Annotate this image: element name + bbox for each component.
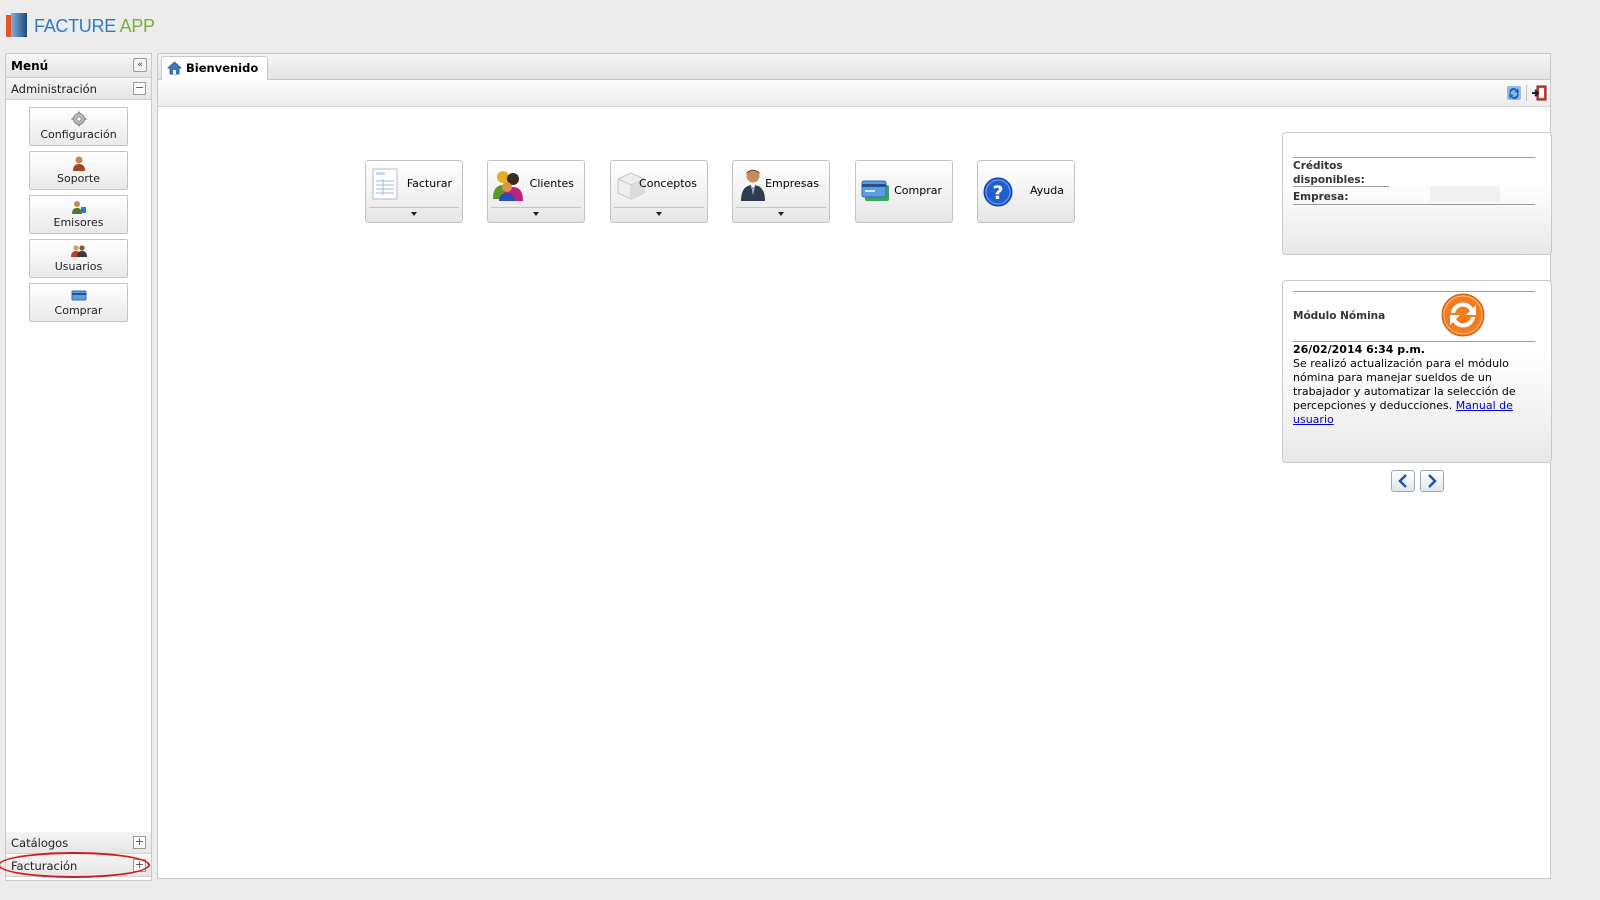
admin-button-label: Usuarios bbox=[54, 260, 103, 273]
admin-button-usuarios[interactable]: Usuarios bbox=[29, 239, 128, 278]
divider bbox=[1293, 186, 1389, 187]
help-icon: ? bbox=[983, 177, 1013, 207]
conceptos-button[interactable]: Conceptos bbox=[610, 160, 708, 223]
clientes-button[interactable]: Clientes bbox=[487, 160, 585, 223]
dropdown-arrow-icon[interactable] bbox=[411, 212, 417, 216]
chevron-right-icon bbox=[1428, 474, 1437, 488]
svg-text:?: ? bbox=[992, 182, 1003, 204]
admin-button-label: Soporte bbox=[56, 172, 101, 185]
divider bbox=[1293, 157, 1535, 158]
admin-button-label: Configuración bbox=[40, 128, 117, 141]
credits-widget: Créditos disponibles: Empresa: bbox=[1282, 132, 1552, 255]
news-title: Módulo Nómina bbox=[1293, 310, 1386, 322]
previous-news-button[interactable] bbox=[1391, 470, 1415, 492]
news-date: 26/02/2014 6:34 p.m. bbox=[1293, 343, 1425, 356]
users-icon bbox=[70, 245, 87, 257]
admin-button-soporte[interactable]: Soporte bbox=[29, 151, 128, 190]
button-label: Ayuda bbox=[1030, 184, 1064, 197]
sidebar-section-catalogos[interactable]: Catálogos + bbox=[6, 832, 151, 854]
button-label: Empresas bbox=[765, 177, 819, 190]
expand-section-icon[interactable]: + bbox=[133, 836, 146, 849]
clients-icon bbox=[493, 171, 523, 201]
sidebar-menu: Menú « Administración − Configuración So… bbox=[5, 53, 152, 881]
admin-button-label: Emisores bbox=[53, 216, 104, 229]
admin-button-label: Comprar bbox=[54, 304, 103, 317]
news-widget: Módulo Nómina 26/02/2014 6:34 p.m. Se re… bbox=[1282, 280, 1552, 463]
sidebar-section-administracion[interactable]: Administración − bbox=[6, 78, 151, 100]
company-label: Empresa: bbox=[1293, 191, 1349, 203]
logout-icon[interactable] bbox=[1531, 85, 1547, 101]
sidebar-title-bar: Menú « bbox=[6, 54, 151, 78]
admin-button-configuracion[interactable]: Configuración bbox=[29, 107, 128, 146]
button-label: Comprar bbox=[894, 184, 942, 197]
button-label: Clientes bbox=[529, 177, 574, 190]
sidebar-title: Menú bbox=[11, 59, 49, 73]
credits-label-line2: disponibles: bbox=[1293, 174, 1365, 186]
chevron-left-icon bbox=[1398, 474, 1407, 488]
invoice-icon bbox=[372, 168, 398, 200]
button-divider bbox=[491, 207, 581, 208]
gear-icon bbox=[71, 111, 86, 127]
dropdown-arrow-icon[interactable] bbox=[656, 212, 662, 216]
main-panel: Bienvenido Facturar Clientes Conceptos E… bbox=[157, 53, 1552, 879]
tab-bar: Bienvenido bbox=[158, 54, 1550, 81]
sync-icon bbox=[1441, 293, 1485, 337]
admin-button-emisores[interactable]: Emisores bbox=[29, 195, 128, 234]
refresh-icon[interactable] bbox=[1506, 85, 1522, 101]
double-chevron-left-icon[interactable]: « bbox=[133, 58, 147, 72]
button-divider bbox=[736, 207, 826, 208]
company-value bbox=[1430, 186, 1500, 202]
tab-bienvenido[interactable]: Bienvenido bbox=[161, 56, 269, 81]
empresas-button[interactable]: Empresas bbox=[732, 160, 830, 223]
button-divider bbox=[369, 207, 459, 208]
button-label: Facturar bbox=[406, 177, 452, 190]
section-label: Administración bbox=[11, 82, 97, 96]
logo-icon bbox=[6, 13, 27, 37]
divider bbox=[1293, 291, 1535, 292]
support-person-icon bbox=[72, 156, 85, 171]
admin-button-comprar[interactable]: Comprar bbox=[29, 283, 128, 322]
credit-card-icon bbox=[861, 180, 889, 201]
dropdown-arrow-icon[interactable] bbox=[778, 212, 784, 216]
facturar-button[interactable]: Facturar bbox=[365, 160, 463, 223]
home-icon bbox=[167, 61, 182, 75]
tab-label: Bienvenido bbox=[186, 61, 259, 75]
business-person-icon bbox=[741, 169, 765, 201]
button-label: Conceptos bbox=[639, 177, 697, 190]
credits-label: Créditos bbox=[1293, 160, 1343, 172]
toolbar-separator bbox=[1526, 85, 1527, 101]
section-label: Catálogos bbox=[11, 836, 69, 850]
next-news-button[interactable] bbox=[1420, 470, 1444, 492]
news-body: Se realizó actualización para el módulo … bbox=[1293, 357, 1543, 427]
divider bbox=[1293, 341, 1535, 342]
divider bbox=[1293, 204, 1535, 205]
toolbar bbox=[158, 80, 1550, 107]
dropdown-arrow-icon[interactable] bbox=[533, 212, 539, 216]
comprar-button[interactable]: Comprar bbox=[855, 160, 953, 223]
emitter-icon bbox=[71, 201, 86, 214]
credit-card-icon bbox=[71, 290, 86, 301]
app-header: FACTURE APP bbox=[0, 0, 1600, 52]
logo-text: FACTURE APP bbox=[34, 16, 155, 36]
collapse-section-icon[interactable]: − bbox=[133, 82, 146, 95]
ayuda-button[interactable]: ? Ayuda bbox=[977, 160, 1075, 223]
button-divider bbox=[614, 207, 704, 208]
highlight-annotation-ellipse bbox=[0, 852, 150, 878]
